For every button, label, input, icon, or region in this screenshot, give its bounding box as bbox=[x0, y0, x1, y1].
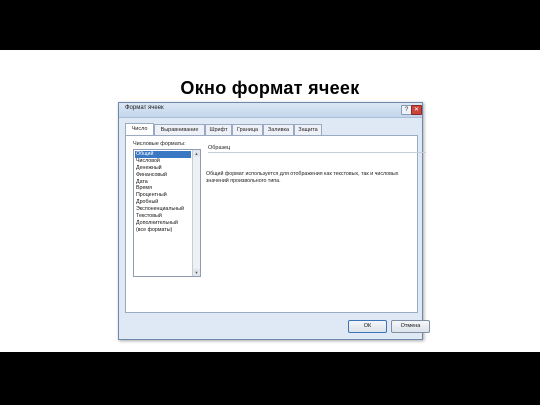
tab-fill[interactable]: Заливка bbox=[263, 124, 294, 135]
list-item[interactable]: Текстовый bbox=[135, 213, 191, 220]
top-black-band bbox=[0, 0, 540, 50]
slide-title: Окно формат ячеек bbox=[180, 78, 360, 98]
list-item[interactable]: Финансовый bbox=[135, 172, 191, 179]
dialog-title: Формат ячеек bbox=[125, 105, 164, 111]
format-cells-dialog: Формат ячеек ? ✕ Число Выравнивание Шриф… bbox=[118, 102, 430, 340]
tab-protection[interactable]: Защита bbox=[294, 124, 322, 135]
formats-listbox[interactable]: Общий Числовой Денежный Финансовый Дата … bbox=[133, 149, 201, 277]
tab-font[interactable]: Шрифт bbox=[205, 124, 232, 135]
list-item[interactable]: Дата bbox=[135, 179, 191, 186]
ok-button[interactable]: ОК bbox=[348, 320, 387, 333]
dialog-titlebar[interactable]: Формат ячеек ? ✕ bbox=[119, 103, 422, 118]
scroll-up-icon[interactable]: ▲ bbox=[193, 150, 200, 157]
bottom-black-band bbox=[0, 352, 540, 405]
number-tab-panel: Числовые форматы: Общий Числовой Денежны… bbox=[125, 135, 426, 313]
slide: Окно формат ячеек Формат ячеек ? ✕ Число… bbox=[0, 50, 540, 399]
sample-box bbox=[208, 152, 426, 165]
sample-label: Образец bbox=[208, 145, 231, 151]
formats-label: Числовые форматы: bbox=[133, 141, 186, 147]
formats-scrollbar[interactable]: ▲ ▼ bbox=[192, 150, 200, 276]
list-item[interactable]: Дополнительный bbox=[135, 220, 191, 227]
tab-alignment[interactable]: Выравнивание bbox=[154, 124, 205, 135]
cancel-button[interactable]: Отмена bbox=[391, 320, 430, 333]
tab-border[interactable]: Граница bbox=[232, 124, 263, 135]
list-item[interactable]: (все форматы) bbox=[135, 227, 191, 234]
list-item[interactable]: Денежный bbox=[135, 165, 191, 172]
scroll-down-icon[interactable]: ▼ bbox=[193, 269, 200, 276]
list-item[interactable]: Числовой bbox=[135, 158, 191, 165]
list-item[interactable]: Общий bbox=[135, 151, 191, 158]
close-button[interactable]: ✕ bbox=[411, 105, 422, 115]
list-item[interactable]: Экспоненциальный bbox=[135, 206, 191, 213]
format-description: Общий формат используется для отображени… bbox=[206, 171, 399, 184]
tab-number[interactable]: Число bbox=[125, 123, 154, 135]
